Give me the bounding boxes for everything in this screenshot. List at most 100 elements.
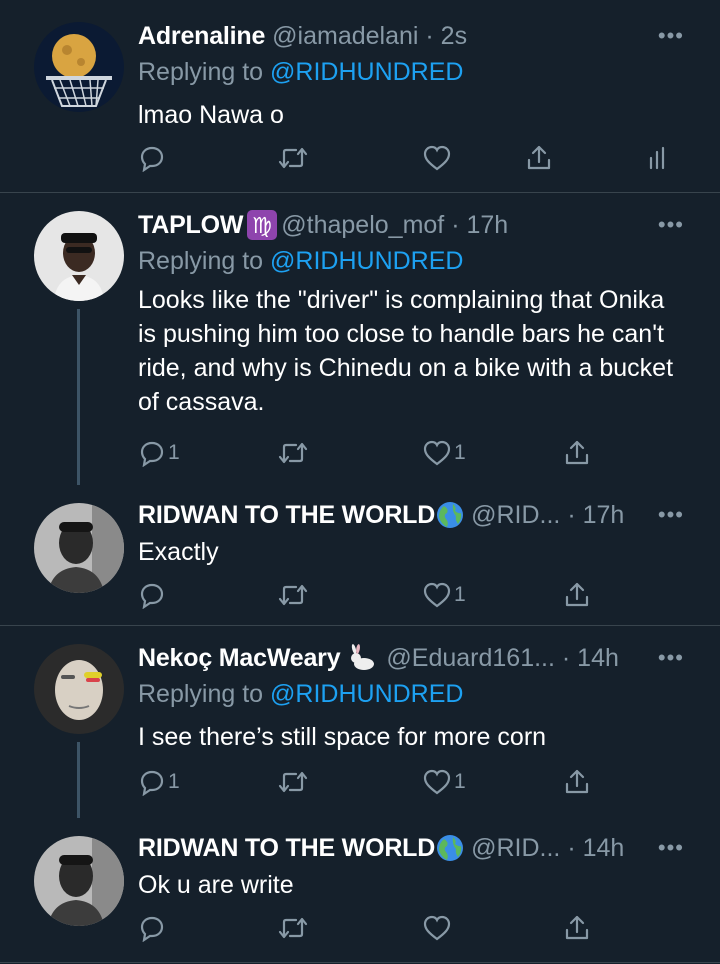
analytics-button[interactable] — [646, 138, 670, 178]
tweet[interactable]: RIDWAN TO THE WORLD @RID... · 17h ••• Exa… — [0, 485, 720, 625]
timestamp[interactable]: · 2s — [425, 22, 467, 50]
tweet-text: Looks like the "driver" is complaining t… — [138, 286, 674, 416]
more-icon[interactable]: ••• — [658, 18, 684, 54]
like-button[interactable]: 1 — [422, 575, 466, 615]
retweet-button[interactable] — [276, 433, 312, 473]
tweet-header: RIDWAN TO THE WORLD @RID... · 14h ••• — [138, 830, 684, 866]
user-handle[interactable]: @Eduard161... — [386, 644, 555, 672]
share-icon — [562, 913, 592, 943]
reply-button[interactable]: 1 — [138, 762, 180, 802]
reply-button[interactable] — [138, 908, 168, 948]
like-button[interactable] — [422, 138, 454, 178]
reply-count: 1 — [168, 441, 180, 464]
tweet[interactable]: TAPLOW ♍ @thapelo_mof · 17h ••• Replying t… — [0, 193, 720, 485]
like-count: 1 — [454, 441, 466, 464]
virgo-badge: ♍ — [247, 208, 278, 244]
globe-badge — [435, 498, 465, 534]
user-handle[interactable]: @iamadelani — [272, 22, 418, 50]
avatar[interactable] — [34, 211, 124, 301]
like-count: 1 — [454, 583, 466, 606]
like-icon — [422, 144, 452, 172]
share-icon — [562, 580, 592, 610]
like-button[interactable]: 1 — [422, 433, 466, 473]
replying-prefix: Replying to — [138, 58, 271, 86]
share-button[interactable] — [562, 575, 592, 615]
tweet-text: Ok u are write — [138, 871, 294, 899]
tweet-text: lmao Nawa o — [138, 101, 284, 129]
display-name[interactable]: RIDWAN TO THE WORLD — [138, 834, 435, 862]
retweet-button[interactable] — [276, 908, 312, 948]
tweet-actions: 1 — [138, 575, 698, 615]
reply-icon — [138, 581, 166, 609]
tweet-header: Nekoç MacWeary @Eduard161... · 14h ••• — [138, 640, 684, 676]
more-icon[interactable]: ••• — [658, 830, 684, 866]
tweet[interactable]: Adrenaline @iamadelani · 2s ••• Replying… — [0, 0, 720, 192]
analytics-icon — [646, 144, 670, 172]
user-handle[interactable]: @thapelo_mof — [281, 211, 444, 239]
like-icon — [422, 439, 452, 467]
tweet-actions: 1 1 — [138, 433, 698, 473]
like-icon — [422, 914, 452, 942]
retweet-button[interactable] — [276, 138, 312, 178]
display-name[interactable]: RIDWAN TO THE WORLD — [138, 501, 435, 529]
user-handle[interactable]: @RID... — [471, 501, 560, 529]
tweet[interactable]: RIDWAN TO THE WORLD @RID... · 14h ••• Ok … — [0, 818, 720, 964]
mention-link[interactable]: @RIDHUNDRED — [270, 680, 463, 708]
replying-prefix: Replying to — [138, 247, 271, 275]
reply-icon — [138, 768, 166, 796]
mention-link[interactable]: @RIDHUNDRED — [270, 58, 463, 86]
tweet-text: Exactly — [138, 538, 219, 566]
tweet-actions: 1 1 — [138, 762, 698, 802]
reply-icon — [138, 914, 166, 942]
timestamp[interactable]: · 17h — [567, 501, 624, 529]
display-name[interactable]: Nekoç MacWeary — [138, 644, 341, 672]
tweet-header: TAPLOW ♍ @thapelo_mof · 17h ••• — [138, 207, 684, 243]
replying-to: Replying to @RIDHUNDRED — [138, 676, 684, 712]
retweet-icon — [276, 439, 310, 467]
retweet-button[interactable] — [276, 575, 312, 615]
timestamp[interactable]: · 17h — [451, 211, 508, 239]
share-button[interactable] — [562, 908, 592, 948]
more-icon[interactable]: ••• — [658, 497, 684, 533]
divider — [0, 962, 720, 963]
more-icon[interactable]: ••• — [658, 207, 684, 243]
reply-button[interactable] — [138, 575, 168, 615]
display-name[interactable]: TAPLOW — [138, 211, 243, 239]
like-icon — [422, 581, 452, 609]
reply-button[interactable] — [138, 138, 168, 178]
reply-button[interactable]: 1 — [138, 433, 180, 473]
avatar[interactable] — [34, 644, 124, 734]
avatar[interactable] — [34, 836, 124, 926]
timestamp[interactable]: · 14h — [567, 834, 624, 862]
avatar[interactable] — [34, 22, 124, 112]
like-count: 1 — [454, 770, 466, 793]
user-handle[interactable]: @RID... — [471, 834, 560, 862]
rabbit-badge — [348, 641, 378, 677]
like-icon — [422, 768, 452, 796]
retweet-icon — [276, 768, 310, 796]
tweet-actions — [138, 138, 698, 178]
svg-text:♍: ♍ — [252, 214, 272, 239]
share-button[interactable] — [562, 433, 592, 473]
avatar[interactable] — [34, 503, 124, 593]
like-button[interactable]: 1 — [422, 762, 466, 802]
share-button[interactable] — [524, 138, 554, 178]
tweet[interactable]: Nekoç MacWeary @Eduard161... · 14h ••• Re… — [0, 626, 720, 818]
like-button[interactable] — [422, 908, 454, 948]
share-icon — [524, 143, 554, 173]
share-icon — [562, 438, 592, 468]
replying-to: Replying to @RIDHUNDRED — [138, 243, 684, 279]
more-icon[interactable]: ••• — [658, 640, 684, 676]
globe-badge — [435, 831, 465, 867]
retweet-button[interactable] — [276, 762, 312, 802]
display-name[interactable]: Adrenaline — [138, 22, 265, 50]
tweet-header: RIDWAN TO THE WORLD @RID... · 17h ••• — [138, 497, 684, 533]
retweet-icon — [276, 914, 310, 942]
share-button[interactable] — [562, 762, 592, 802]
timestamp[interactable]: · 14h — [562, 644, 619, 672]
mention-link[interactable]: @RIDHUNDRED — [270, 247, 463, 275]
thread-line — [77, 742, 80, 818]
share-icon — [562, 767, 592, 797]
tweet-actions — [138, 908, 698, 948]
replying-to: Replying to @RIDHUNDRED — [138, 54, 684, 90]
